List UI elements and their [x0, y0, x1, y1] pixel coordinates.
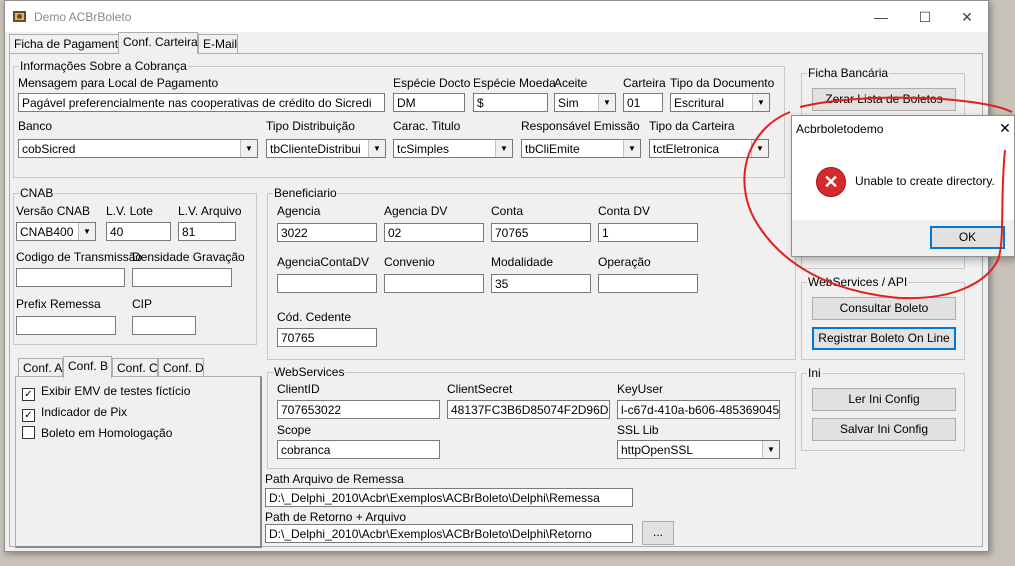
subtab-conf-b[interactable]: Conf. B: [63, 356, 112, 378]
annotation-circle: [743, 96, 1013, 300]
tab-conf-carteira[interactable]: Conf. Carteira: [118, 32, 198, 54]
